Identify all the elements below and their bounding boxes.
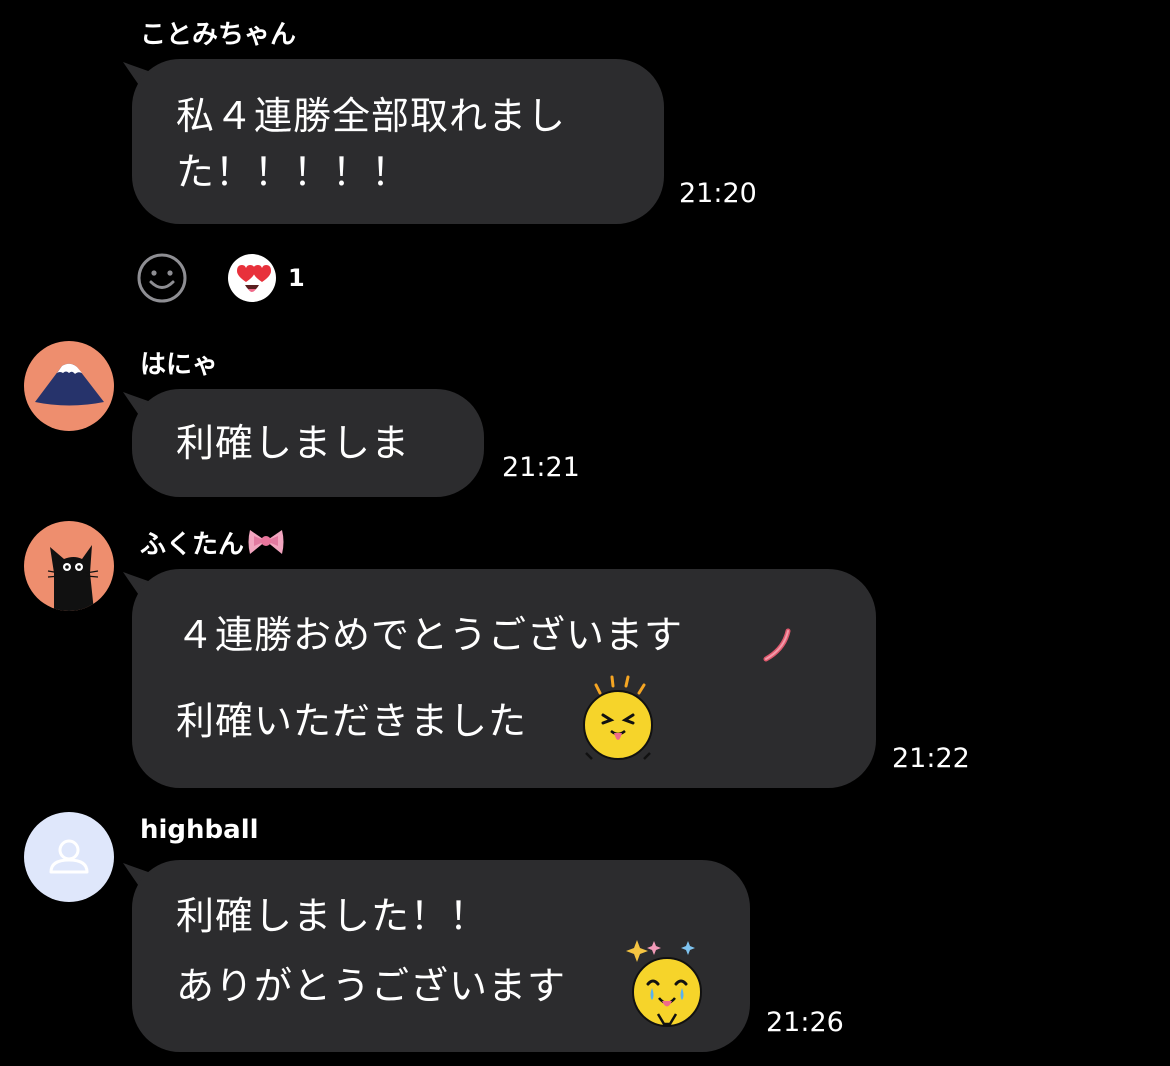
message-timestamp: 21:20 [679,178,757,209]
message-text: ありがとうございます [176,964,567,1008]
message-bubble[interactable]: ４連勝おめでとうございます 利確いただきました [132,569,876,788]
message-text: 利確しましま [176,421,411,465]
sender-name-row: ふくたん [140,524,286,561]
avatar[interactable] [24,521,114,611]
crying-face-sticker-icon [626,940,702,1027]
sender-name: ことみちゃん [140,20,297,50]
reaction-chip[interactable]: 1 [226,252,305,304]
stroke-emoji-icon [763,628,791,662]
message-timestamp: 21:22 [892,743,970,774]
message-bubble[interactable]: 利確しましま [132,389,484,497]
default-person-avatar-icon [49,839,89,874]
mountain-avatar-icon [35,363,104,406]
smiley-icon [137,253,187,303]
sender-name: ふくたん [140,530,245,560]
ribbon-icon [248,529,284,554]
message-text: ４連勝おめでとうございます [176,613,684,657]
heart-eyes-sticker-icon [228,254,276,302]
message-text: 利確いただきました [176,699,528,743]
sender-name: はにゃ [140,350,219,380]
message-text: た！！！！！ [176,150,411,194]
reaction-count: 1 [288,264,305,292]
avatar[interactable] [24,341,114,431]
sender-name: highball [140,815,259,845]
message-text: 私４連勝全部取れまし [176,94,567,138]
black-cat-avatar-icon [47,545,99,611]
excited-face-sticker-icon [583,675,653,760]
add-reaction-button[interactable] [136,252,188,304]
message-timestamp: 21:26 [766,1007,844,1038]
message-bubble[interactable]: 利確しました！！ ありがとうございます [132,860,750,1052]
avatar[interactable] [24,812,114,902]
message-text: 利確しました！！ [176,894,489,938]
message-bubble[interactable]: 私４連勝全部取れまし た！！！！！ [132,59,664,224]
message-timestamp: 21:21 [502,452,580,483]
